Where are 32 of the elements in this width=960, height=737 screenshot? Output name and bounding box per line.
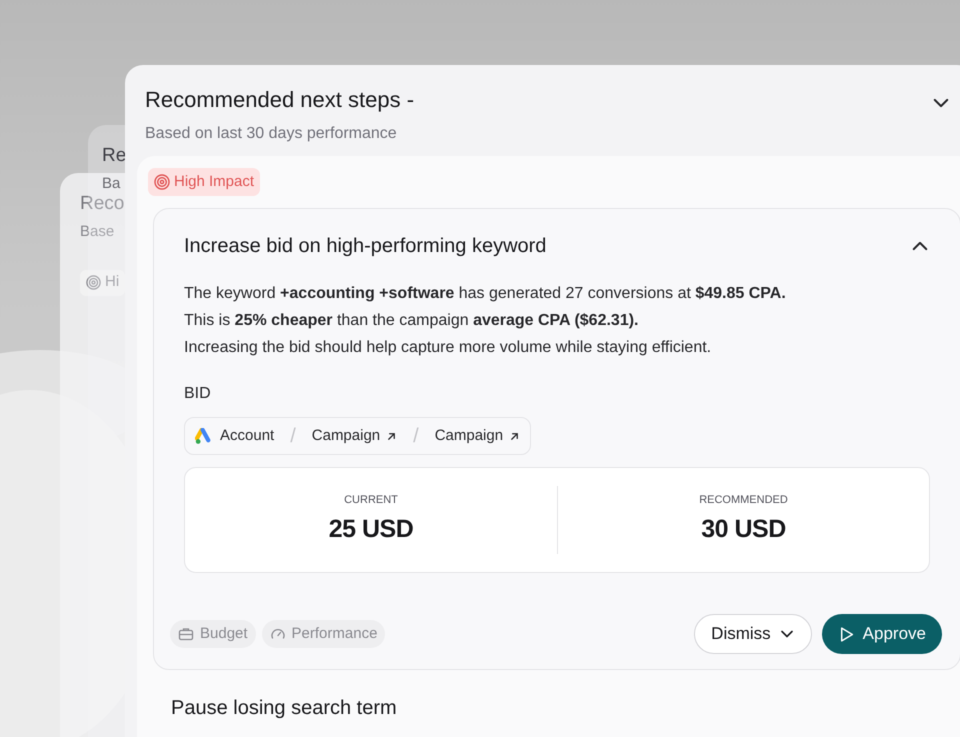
arrow-up-right-icon [386, 430, 398, 442]
separator-slash: / [290, 424, 296, 449]
impact-badge: High Impact [148, 168, 260, 196]
separator-slash: / [413, 424, 419, 449]
arrow-up-right-icon [509, 430, 520, 442]
approve-button[interactable]: Approve [822, 614, 942, 654]
value-amount: 30 USD [701, 514, 786, 544]
value-label: CURRENT [344, 493, 398, 508]
category-tag: Performance [262, 620, 386, 648]
category-tag: Budget [170, 620, 256, 648]
description-line: Increasing the bid should help capture more volume while staying efficient. [184, 338, 712, 358]
description-line: The keyword +accounting +software has generated 27 conversions at $49.85 CPA. [184, 284, 787, 304]
value-amount: 25 USD [328, 514, 414, 544]
impact-badge: Hi [80, 270, 126, 296]
briefcase-icon [178, 626, 194, 642]
target-icon [154, 174, 170, 190]
description-line: This is 25% cheaper than the campaign average CPA ($62.31). [184, 311, 640, 331]
card-title: Reco [80, 193, 124, 215]
panel-title: Recommended next steps - [145, 86, 414, 114]
panel-subtitle: Based on last 30 days performance [145, 124, 398, 144]
recommendation-title[interactable]: Pause losing search term [171, 697, 397, 719]
section-label: BID [184, 384, 212, 404]
breadcrumb-link[interactable]: Campaign [312, 424, 398, 448]
dismiss-button[interactable]: Dismiss [694, 614, 812, 654]
card-subtitle: Ba [102, 174, 120, 194]
target-icon [86, 275, 101, 290]
value-label: RECOMMENDED [699, 493, 788, 508]
breadcrumb-link[interactable]: Campaign [434, 424, 520, 448]
breadcrumb-link[interactable]: Account [195, 424, 274, 448]
card-subtitle: Base [80, 222, 114, 242]
recommendation-title: Increase bid on high-performing keyword [184, 234, 546, 258]
card-title: Re [102, 145, 126, 167]
